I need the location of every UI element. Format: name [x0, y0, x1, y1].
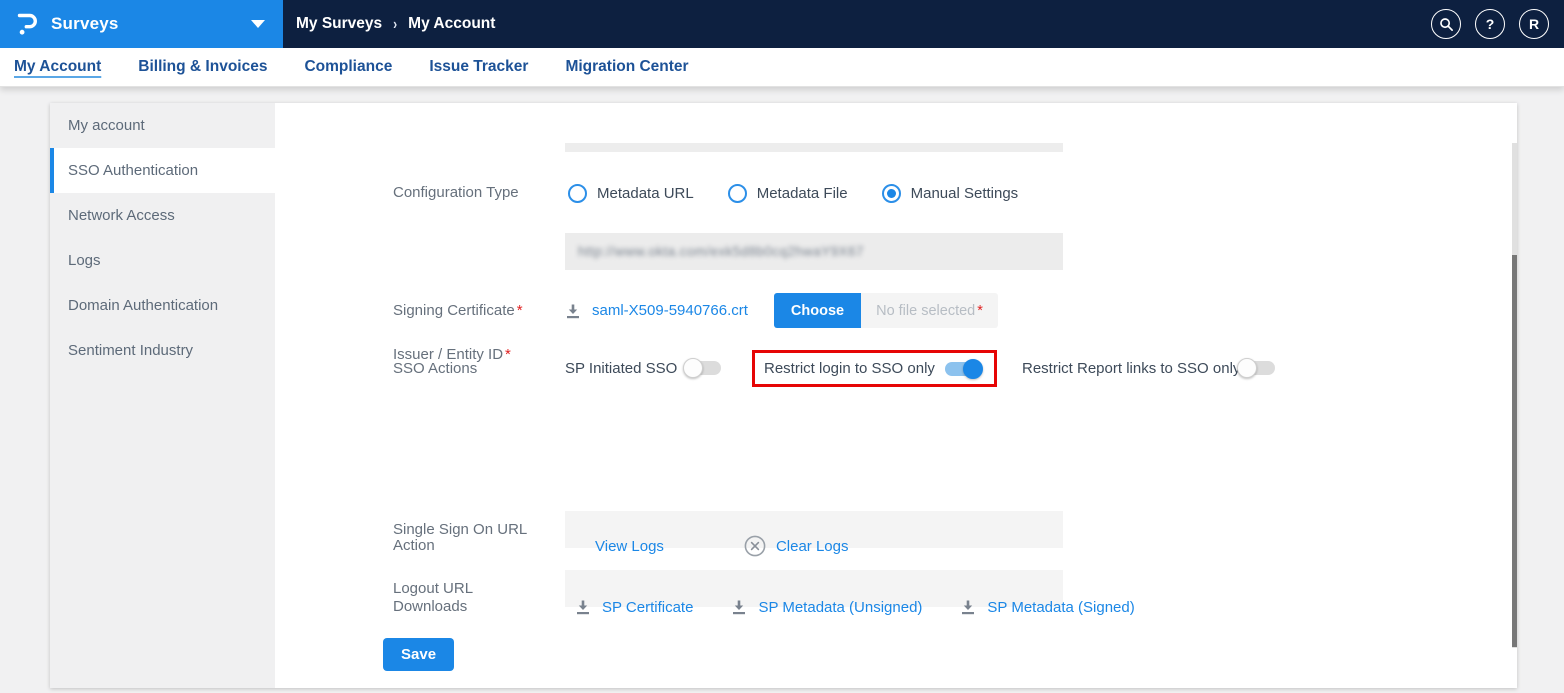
- choose-file-button[interactable]: Choose: [773, 293, 862, 328]
- action-row: Action View Logs Clear Logs: [275, 533, 1517, 559]
- tab-compliance[interactable]: Compliance: [304, 58, 392, 76]
- configuration-type-row: Configuration Type Metadata URL Metadata…: [275, 178, 1517, 208]
- sp-metadata-signed-download[interactable]: SP Metadata (Signed): [960, 599, 1135, 616]
- tab-billing-invoices[interactable]: Billing & Invoices: [138, 58, 267, 76]
- clear-circle-x-icon[interactable]: [744, 535, 766, 557]
- sidebar-item-domain-authentication[interactable]: Domain Authentication: [50, 283, 275, 328]
- issuer-value-redacted: http://www.okta.com/exk5d8b0cq2hwaY9X67: [578, 244, 864, 259]
- downloads-links: SP Certificate SP Metadata (Unsigned) SP…: [575, 595, 1135, 619]
- certificate-file-link[interactable]: saml-X509-5940766.crt: [592, 302, 748, 319]
- issuer-entity-id-field[interactable]: http://www.okta.com/exk5d8b0cq2hwaY9X67: [565, 233, 1063, 270]
- settings-card: My account SSO Authentication Network Ac…: [50, 103, 1517, 688]
- signing-certificate-row: Signing Certificate * saml-X509-5940766.c…: [275, 293, 1517, 328]
- help-icon: ?: [1485, 16, 1495, 32]
- action-label: Action: [393, 537, 435, 554]
- toggle-knob: [1237, 358, 1257, 378]
- sso-form: Configuration Type Metadata URL Metadata…: [275, 103, 1517, 688]
- restrict-login-sso-label: Restrict login to SSO only: [764, 360, 935, 377]
- signing-certificate-label: Signing Certificate *: [393, 302, 523, 319]
- sidebar-item-sso-authentication[interactable]: SSO Authentication: [50, 148, 275, 193]
- topbar: Surveys My Surveys › My Account ? R: [0, 0, 1564, 48]
- configuration-type-options: Metadata URL Metadata File Manual Settin…: [568, 178, 1018, 208]
- restrict-login-sso-toggle[interactable]: [945, 358, 983, 379]
- download-icon: [577, 600, 589, 615]
- download-icon: [962, 600, 975, 615]
- required-asterisk: *: [516, 302, 523, 319]
- avatar[interactable]: R: [1519, 9, 1549, 39]
- avatar-initial: R: [1528, 16, 1540, 32]
- tab-migration-center[interactable]: Migration Center: [565, 58, 688, 76]
- sp-initiated-sso-toggle[interactable]: [683, 358, 721, 378]
- restrict-report-links-toggle[interactable]: [1237, 358, 1275, 378]
- toggle-knob: [963, 358, 983, 379]
- page: Surveys My Surveys › My Account ? R My A…: [0, 0, 1564, 693]
- account-tabs: My Account Billing & Invoices Compliance…: [0, 48, 1564, 87]
- restrict-login-highlight-box: Restrict login to SSO only: [752, 350, 997, 387]
- save-button[interactable]: Save: [383, 638, 455, 671]
- radio-checked-icon[interactable]: [881, 183, 901, 203]
- sidebar-item-network-access[interactable]: Network Access: [50, 193, 275, 238]
- sidebar-item-logs[interactable]: Logs: [50, 238, 275, 283]
- settings-sidebar: My account SSO Authentication Network Ac…: [50, 103, 275, 688]
- breadcrumb-my-account[interactable]: My Account: [408, 15, 495, 33]
- breadcrumb: My Surveys › My Account: [296, 15, 495, 33]
- sidebar-item-sentiment-industry[interactable]: Sentiment Industry: [50, 328, 275, 373]
- downloads-row: Downloads SP Certificate SP Metadata (Un…: [275, 595, 1517, 619]
- clear-logs-group[interactable]: Clear Logs: [744, 535, 849, 557]
- scrollbar-thumb[interactable]: [1512, 255, 1517, 647]
- search-button[interactable]: [1431, 9, 1461, 39]
- download-icon: [733, 600, 746, 615]
- scrolled-input-edge: [565, 143, 1063, 152]
- scrollbar-track[interactable]: [1512, 143, 1517, 648]
- no-file-selected-text: No file selected *: [861, 293, 998, 328]
- radio-icon[interactable]: [727, 183, 747, 203]
- tab-issue-tracker[interactable]: Issue Tracker: [429, 58, 528, 76]
- sso-actions-row: SSO Actions SP Initiated SSO Restrict lo…: [275, 350, 1517, 387]
- product-switcher[interactable]: Surveys: [0, 0, 283, 48]
- product-label: Surveys: [51, 14, 119, 33]
- radio-icon[interactable]: [568, 183, 587, 203]
- topbar-icons: ? R: [1431, 9, 1564, 39]
- radio-metadata-file[interactable]: Metadata File: [727, 183, 848, 203]
- tab-my-account[interactable]: My Account: [14, 58, 101, 76]
- sidebar-item-my-account[interactable]: My account: [50, 103, 275, 148]
- page-body: My account SSO Authentication Network Ac…: [0, 87, 1564, 693]
- toggle-knob: [683, 358, 703, 378]
- clear-logs-link[interactable]: Clear Logs: [776, 538, 849, 555]
- action-controls: View Logs Clear Logs: [595, 533, 848, 559]
- restrict-report-links-label: Restrict Report links to SSO only: [1022, 360, 1241, 377]
- sp-certificate-download[interactable]: SP Certificate: [575, 599, 693, 616]
- sp-metadata-unsigned-download[interactable]: SP Metadata (Unsigned): [731, 599, 922, 616]
- signing-certificate-controls: saml-X509-5940766.crt Choose No file sel…: [565, 293, 998, 328]
- search-icon: [1439, 17, 1453, 31]
- sso-actions-label: SSO Actions: [393, 360, 478, 377]
- download-icon[interactable]: [565, 303, 581, 319]
- help-button[interactable]: ?: [1475, 9, 1505, 39]
- view-logs-link[interactable]: View Logs: [595, 538, 664, 555]
- radio-manual-settings[interactable]: Manual Settings: [881, 183, 1018, 203]
- required-asterisk: *: [977, 302, 983, 319]
- breadcrumb-my-surveys[interactable]: My Surveys: [296, 15, 382, 33]
- questionpro-logo-icon: [17, 13, 37, 35]
- chevron-right-icon: ›: [393, 14, 398, 34]
- sp-initiated-sso-label: SP Initiated SSO: [565, 360, 678, 377]
- downloads-label: Downloads: [393, 598, 468, 615]
- radio-metadata-url[interactable]: Metadata URL: [568, 183, 694, 203]
- chevron-down-icon: [251, 20, 265, 28]
- configuration-type-label: Configuration Type: [393, 184, 519, 201]
